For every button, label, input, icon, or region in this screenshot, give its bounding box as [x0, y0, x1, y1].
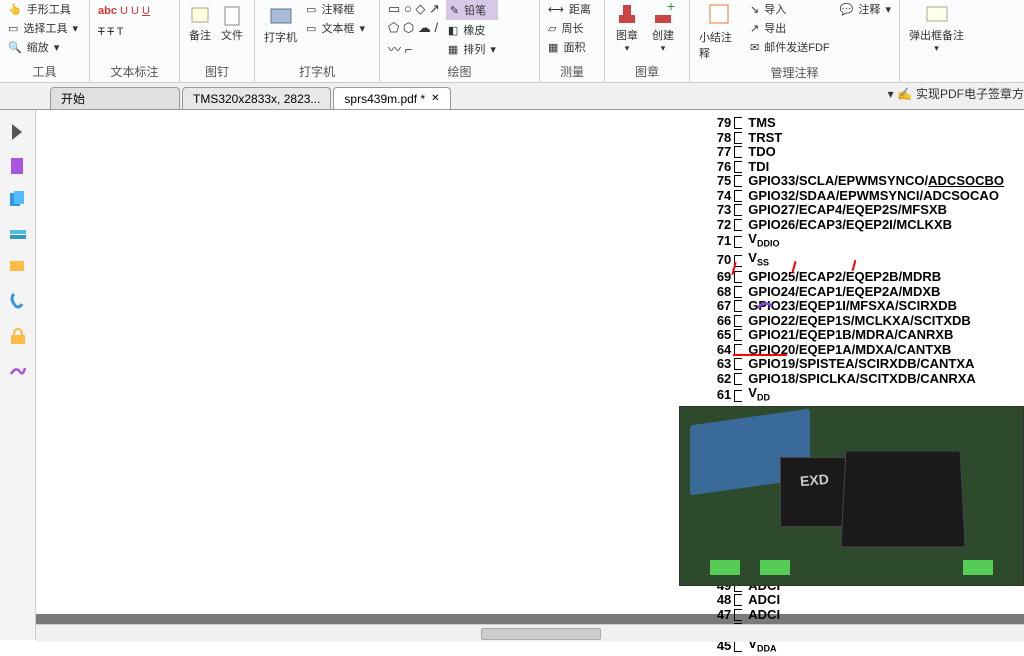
note-button[interactable]: 备注	[186, 4, 214, 44]
ribbon-sec-typewriter: 打字机 ▭ 注释框 ▭ 文本框 ▾ 打字机	[255, 0, 380, 82]
pin-row: 69GPIO25/ECAP2/EQEP2B/MDRB	[709, 270, 1004, 285]
pencil-button[interactable]: ✎ 铅笔	[446, 0, 498, 20]
pin-row: 77TDO	[709, 145, 1004, 160]
sec-label: 测量	[546, 61, 598, 80]
text-box-button[interactable]: ▭ 文本框 ▾	[304, 19, 367, 37]
ribbon-sec-draw: ▭ ○ ◇ ↗ ⬠ ⬡ ☁ / 〰 ⌐ ✎ 铅笔 ◧ 橡皮 ▦ 排列 ▾ 绘图	[380, 0, 540, 82]
comments-icon[interactable]	[8, 258, 28, 278]
summary-button[interactable]: 小结注释	[696, 0, 744, 62]
ribbon-sec-pin: 备注 文件 图钉	[180, 0, 255, 82]
ribbon-sec-manage: 小结注释 ↘ 导入 ↗ 导出 ✉ 邮件发送FDF 💬 注释 ▾ 管理注释	[690, 0, 900, 82]
pin-row: 61VDD	[709, 386, 1004, 405]
file-button[interactable]: 文件	[218, 4, 246, 44]
pin-row: 67GPIO23/EQEP1I/MFSXA/SCIRXDB	[709, 299, 1004, 314]
purple-mark	[756, 298, 776, 312]
lock-icon[interactable]	[8, 326, 28, 346]
ribbon-sec-tools: 👆 手形工具 ▭ 选择工具 ▾ 🔍 缩放 ▾ 工具	[0, 0, 90, 82]
pin-row: 63GPIO19/SPISTEA/SCIRXDB/CANTXA	[709, 357, 1004, 372]
comment-button[interactable]: 💬 注释 ▾	[838, 0, 893, 18]
pin-row: 78TRST	[709, 131, 1004, 146]
abc-tool[interactable]: abc U U U	[96, 4, 173, 18]
pin-row: 72GPIO26/ECAP3/EQEP2I/MCLKXB	[709, 218, 1004, 233]
document-viewport: 79TMS78TRST77TDO76TDI75GPIO33/SCLA/EPWMS…	[36, 110, 1024, 642]
shape-tool[interactable]: 👆 手形工具	[6, 0, 83, 18]
close-tab-icon[interactable]: ✕	[431, 93, 439, 104]
perimeter-button[interactable]: ▱ 周长	[546, 19, 598, 37]
select-tool[interactable]: ▭ 选择工具 ▾	[6, 19, 83, 37]
expand-icon[interactable]	[8, 122, 28, 142]
pin-row: 68GPIO24/ECAP1/EQEP2A/MDXB	[709, 285, 1004, 300]
pin-row: 62GPIO18/SPICLKA/SCITXDB/CANRXA	[709, 372, 1004, 387]
pin-row: 70VSS	[709, 251, 1004, 270]
sec-label	[906, 78, 989, 80]
pages-icon[interactable]	[8, 190, 28, 210]
pin-row: 74GPIO32/SDAA/EPWMSYNCI/ADCSOCAO	[709, 189, 1004, 204]
sec-label: 管理注释	[696, 62, 893, 81]
svg-text:+: +	[667, 1, 675, 14]
sidebar-nav	[0, 110, 36, 640]
shapes-row3[interactable]: 〰 ⌐	[386, 38, 442, 59]
create-stamp-button[interactable]: +创建▾	[647, 0, 679, 55]
ribbon-sec-stamp: 图章▾ +创建▾ 图章	[605, 0, 690, 82]
area-button[interactable]: ▦ 面积	[546, 38, 598, 56]
shapes-row2[interactable]: ⬠ ⬡ ☁ /	[386, 19, 442, 37]
pin-row: 73GPIO27/ECAP4/EQEP2S/MFSXB	[709, 203, 1004, 218]
send-fdf-button[interactable]: ✉ 邮件发送FDF	[748, 38, 834, 56]
zoom-tool[interactable]: 🔍 缩放 ▾	[6, 38, 83, 56]
typewriter-button[interactable]: 打字机	[261, 0, 300, 46]
sec-label: 工具	[6, 61, 83, 80]
import-button[interactable]: ↘ 导入	[748, 0, 834, 18]
sec-label: 图钉	[186, 61, 248, 80]
tab-sprs439m[interactable]: sprs439m.pdf *✕	[333, 87, 450, 109]
red-underline-1	[733, 354, 787, 356]
bookmark-icon[interactable]	[8, 156, 28, 176]
annot-box-button[interactable]: ▭ 注释框	[304, 0, 367, 18]
distance-button[interactable]: ⟷ 距离	[546, 0, 598, 18]
ribbon-sec-measure: ⟷ 距离 ▱ 周长 ▦ 面积 测量	[540, 0, 605, 82]
sec-label: 文本标注	[96, 61, 173, 80]
horizontal-scrollbar[interactable]	[36, 624, 1024, 642]
stamp-button[interactable]: 图章▾	[611, 0, 643, 55]
layers-icon[interactable]	[8, 224, 28, 244]
pin-row: 75GPIO33/SCLA/EPWMSYNCO/ADCSOCBO	[709, 174, 1004, 189]
ribbon-toolbar: 👆 手形工具 ▭ 选择工具 ▾ 🔍 缩放 ▾ 工具 abc U U U T T …	[0, 0, 1024, 83]
ribbon-sec-popup: 弹出框备注▾	[900, 0, 995, 82]
signature-prompt[interactable]: ▾ ✍ 实现PDF电子签章方	[888, 85, 1024, 102]
tab-start[interactable]: 开始	[50, 87, 180, 109]
pin-row: 79TMS	[709, 116, 1004, 131]
export-button[interactable]: ↗ 导出	[748, 19, 834, 37]
pin-row: 65GPIO21/EQEP1B/MDRA/CANRXB	[709, 328, 1004, 343]
document-tabs: 开始 TMS320x2833x, 2823... sprs439m.pdf *✕…	[0, 83, 1024, 110]
camera-overlay-board: EXD	[679, 406, 1024, 586]
scroll-thumb[interactable]	[481, 628, 601, 640]
sec-label: 图章	[611, 61, 683, 80]
shapes-row1[interactable]: ▭ ○ ◇ ↗	[386, 0, 442, 18]
eraser-button[interactable]: ◧ 橡皮	[446, 21, 498, 39]
sec-label: 绘图	[386, 61, 533, 80]
sign-icon[interactable]	[8, 360, 28, 380]
attach-icon[interactable]	[8, 292, 28, 312]
strike-tool[interactable]: T T T	[96, 25, 173, 39]
tab-tms-doc[interactable]: TMS320x2833x, 2823...	[182, 87, 331, 109]
ribbon-sec-text-annot: abc U U U T T T 文本标注	[90, 0, 180, 82]
sec-label: 打字机	[261, 61, 373, 80]
pin-row: 47ADCI	[709, 608, 1004, 623]
pin-row: 66GPIO22/EQEP1S/MCLKXA/SCITXDB	[709, 314, 1004, 329]
pdf-page[interactable]: 79TMS78TRST77TDO76TDI75GPIO33/SCLA/EPWMS…	[36, 110, 1024, 614]
pin-row: 48ADCI	[709, 593, 1004, 608]
pin-row: 76TDI	[709, 160, 1004, 175]
arrange-button[interactable]: ▦ 排列 ▾	[446, 40, 498, 58]
pin-row: 71VDDIO	[709, 232, 1004, 251]
popup-button[interactable]: 弹出框备注▾	[906, 0, 967, 55]
